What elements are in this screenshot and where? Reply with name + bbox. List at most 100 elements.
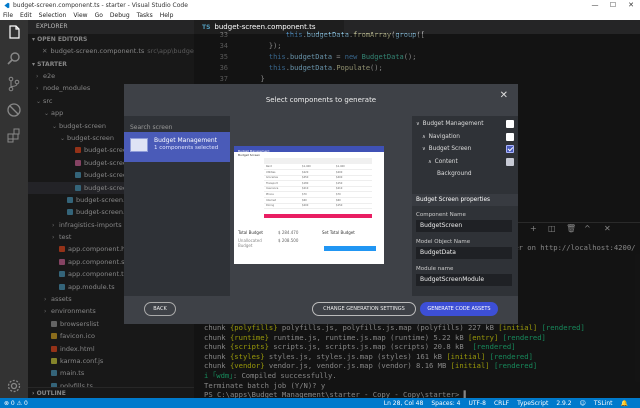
- menu-edit[interactable]: Edit: [20, 12, 32, 19]
- menu-bar: File Edit Selection View Go Debug Tasks …: [0, 10, 640, 20]
- node-checkbox[interactable]: [506, 145, 514, 153]
- preview-grid-cell: Dining: [266, 204, 275, 208]
- preview-unallocated-value: $ 208.500: [278, 238, 299, 243]
- menu-help[interactable]: Help: [160, 12, 174, 19]
- preview-accent-bar: [264, 214, 372, 218]
- source-control-icon[interactable]: [6, 76, 22, 92]
- search-icon[interactable]: [6, 50, 22, 66]
- preview-button: [324, 246, 376, 251]
- node-label: Budget Screen: [428, 146, 472, 152]
- dialog-title: Select components to generate: [265, 96, 377, 104]
- menu-file[interactable]: File: [3, 12, 13, 19]
- preview-grid-cell: $1,400: [302, 165, 311, 168]
- preview-total-value: $ 284.470: [278, 230, 299, 235]
- feedback-icon[interactable]: ☺: [580, 400, 586, 407]
- extensions-icon[interactable]: [6, 128, 22, 144]
- preview-grid-row: Groceries $450 $400: [264, 176, 372, 182]
- preview-grid-row: Transport $180 $150: [264, 182, 372, 187]
- template-count: 1 components selected: [154, 145, 219, 151]
- preview-grid-cell: $450: [302, 176, 309, 180]
- preview-grid-cell: Insurance: [266, 187, 279, 191]
- title-bar: budget-screen.component.ts - starter - V…: [0, 0, 640, 10]
- vscode-logo-icon: [4, 2, 10, 8]
- generate-components-dialog: Select components to generate ✕ Search s…: [124, 84, 518, 324]
- preview-total-label: Total Budget: [238, 230, 263, 235]
- tslint-status[interactable]: TSLint: [594, 400, 613, 407]
- preview-grid-cell: $210: [302, 187, 309, 191]
- preview-grid-cell: $150: [336, 181, 343, 185]
- properties-title: Budget Screen properties: [412, 194, 518, 206]
- preview-grid: Rent $1,400 $1,400 Utilities $220 $200 Groceri…: [264, 158, 372, 212]
- node-label: Navigation: [428, 133, 460, 140]
- cursor-position[interactable]: Ln 28, Col 48: [384, 400, 424, 407]
- node-chevron-icon: ∨: [416, 121, 420, 127]
- template-thumbnail: [130, 138, 148, 152]
- node-checkbox[interactable]: [506, 132, 514, 141]
- back-button[interactable]: BACK: [144, 302, 176, 316]
- node-chevron-icon: ∧: [422, 133, 426, 140]
- preview-grid-cell: $150: [336, 204, 343, 208]
- node-label: Background: [437, 171, 472, 177]
- settings-gear-icon[interactable]: [6, 378, 22, 394]
- preview-grid-cell: $60: [336, 198, 341, 202]
- preview-grid-cell: $60: [302, 198, 307, 202]
- model-object-name-label: Model Object Name: [416, 239, 471, 245]
- preview-grid-cell: $1,400: [336, 165, 345, 168]
- preview-grid-cell: Transport: [266, 181, 278, 185]
- preview-grid-cell: $200: [336, 170, 343, 174]
- indentation[interactable]: Spaces: 4: [431, 400, 460, 407]
- menu-tasks[interactable]: Tasks: [137, 12, 153, 19]
- preview-grid-cell: $220: [302, 170, 309, 174]
- node-label: Budget Management: [422, 121, 484, 127]
- preview-unallocated-label: Unallocated Budget: [238, 238, 262, 248]
- preview-set-total-label: Set Total Budget: [322, 230, 355, 235]
- preview-grid-row: Dining $200 $150: [264, 204, 372, 210]
- ts-version[interactable]: 2.9.2: [556, 400, 571, 407]
- node-label: Content: [434, 158, 458, 165]
- maximize-button[interactable]: ☐: [604, 0, 622, 10]
- close-icon[interactable]: ✕: [500, 90, 508, 101]
- preview-grid-row: Utilities $220 $200: [264, 171, 372, 176]
- menu-selection[interactable]: Selection: [39, 12, 67, 19]
- menu-go[interactable]: Go: [95, 12, 103, 19]
- activity-bar: [0, 20, 28, 398]
- problems-indicator[interactable]: ⊗ 0 ⚠ 0: [4, 400, 28, 407]
- preview-grid-cell: Groceries: [266, 176, 278, 180]
- preview-grid-cell: $70: [336, 193, 341, 196]
- component-tree-node[interactable]: ∧ Content: [412, 156, 518, 168]
- module-name-input[interactable]: BudgetScreenModule: [416, 274, 512, 286]
- notifications-icon[interactable]: 🔔: [621, 400, 628, 407]
- template-list-panel: Search screen Budget Management 1 compon…: [124, 116, 230, 296]
- component-name-label: Component Name: [416, 212, 466, 218]
- generate-button[interactable]: GENERATE CODE ASSETS: [420, 302, 498, 316]
- component-tree-node[interactable]: ∨ Budget Management: [412, 118, 518, 130]
- line-ending[interactable]: CRLF: [494, 400, 509, 407]
- component-tree-node[interactable]: ∨ Budget Screen: [412, 143, 518, 155]
- preview-grid-cell: $70: [302, 193, 307, 196]
- language-mode[interactable]: TypeScript: [517, 400, 548, 407]
- node-checkbox[interactable]: [506, 157, 514, 166]
- change-settings-button[interactable]: CHANGE GENERATION SETTINGS: [312, 302, 416, 316]
- preview-app-bar: Budget Management: [234, 146, 384, 153]
- component-name-input[interactable]: BudgetScreen: [416, 220, 512, 232]
- node-checkbox[interactable]: [506, 120, 514, 128]
- menu-debug[interactable]: Debug: [110, 12, 130, 19]
- menu-view[interactable]: View: [73, 12, 87, 19]
- window-title: budget-screen.component.ts - starter - V…: [13, 1, 188, 9]
- module-name-label: Module name: [416, 266, 454, 272]
- preview-grid-cell: Internet: [266, 198, 276, 202]
- model-object-name-input[interactable]: BudgetData: [416, 247, 512, 259]
- template-item-budget-management[interactable]: Budget Management 1 components selected: [124, 132, 230, 162]
- component-tree-node[interactable]: ∧ Navigation: [412, 131, 518, 143]
- minimize-button[interactable]: —: [586, 0, 604, 10]
- close-window-button[interactable]: ✕: [622, 0, 640, 10]
- explorer-icon[interactable]: [6, 24, 22, 40]
- component-tree-node[interactable]: Background: [412, 168, 518, 180]
- encoding[interactable]: UTF-8: [468, 400, 486, 407]
- preview-grid-row: Rent $1,400 $1,400: [264, 165, 372, 170]
- component-tree-panel: ∨ Budget Management ∧ Navigation ∨ Budget Scr…: [412, 116, 518, 296]
- debug-icon[interactable]: [6, 102, 22, 118]
- preview-grid-cell: Phone: [266, 193, 274, 196]
- preview-grid-cell: $400: [336, 176, 343, 180]
- preview-grid-row: Internet $60 $60: [264, 199, 372, 204]
